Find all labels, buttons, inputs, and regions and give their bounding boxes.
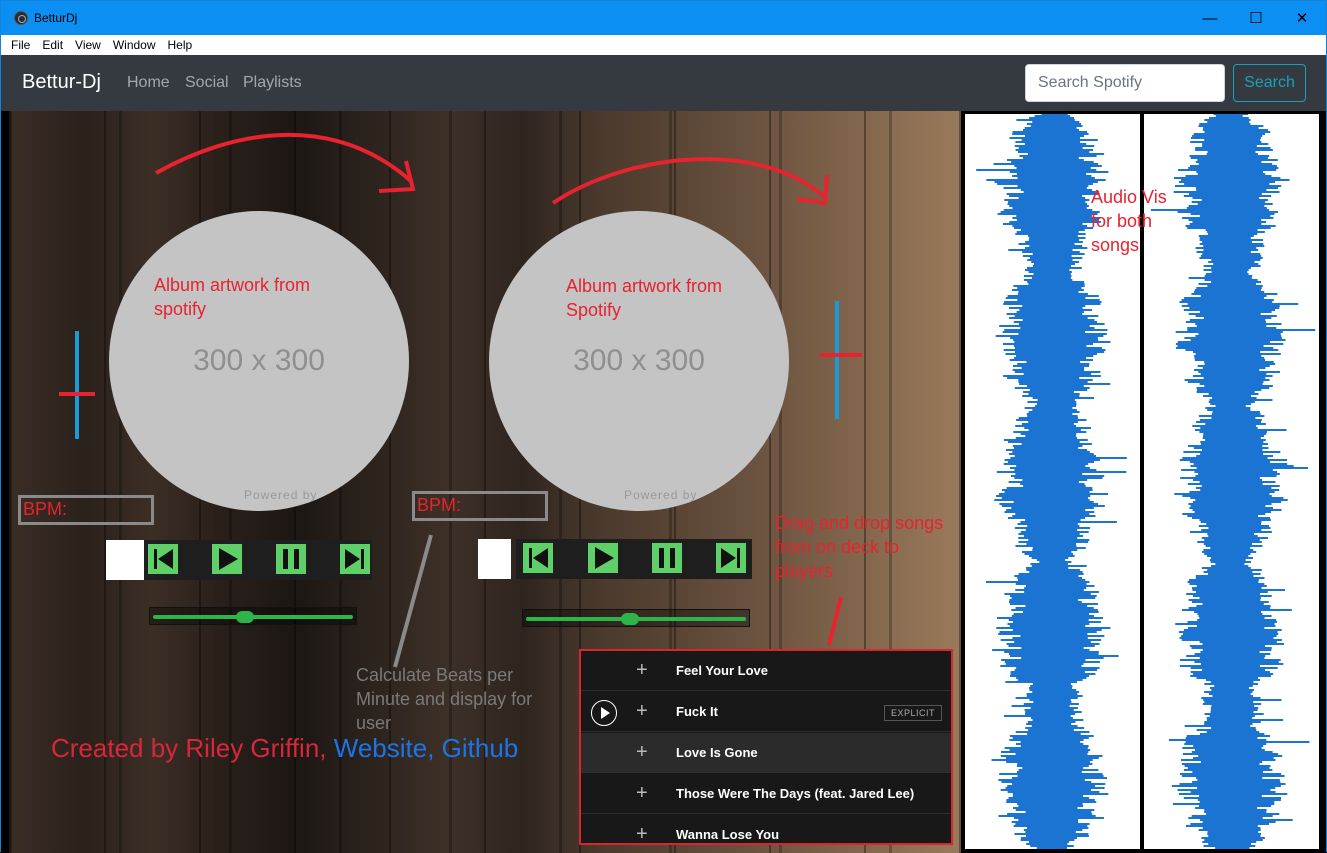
add-track-icon[interactable]: + bbox=[636, 659, 648, 682]
deck1-art-placeholder: 300 x 300 bbox=[193, 344, 325, 377]
deck2-art-placeholder: 300 x 300 bbox=[573, 344, 705, 377]
pause-icon bbox=[659, 548, 675, 568]
track-title: Those Were The Days (feat. Jared Lee) bbox=[676, 786, 915, 801]
track-title: Feel Your Love bbox=[676, 663, 768, 678]
audio-vis-annotation: Audio Vis for both songs bbox=[1091, 187, 1167, 255]
credit-prefix: Created by Riley Griffin, bbox=[51, 733, 334, 763]
deck1-prev-button[interactable] bbox=[146, 542, 180, 576]
add-track-icon[interactable]: + bbox=[636, 741, 648, 764]
website-link[interactable]: Website bbox=[334, 733, 427, 763]
menu-help[interactable]: Help bbox=[162, 38, 199, 52]
nav-social[interactable]: Social bbox=[185, 74, 229, 92]
add-track-icon[interactable]: + bbox=[636, 823, 648, 843]
skip-back-icon bbox=[529, 548, 548, 568]
track-row[interactable]: + Feel Your Love bbox=[581, 651, 951, 691]
skip-back-icon bbox=[154, 549, 173, 569]
deck2-powered-by: Powered by bbox=[624, 488, 698, 502]
close-button[interactable]: ✕ bbox=[1279, 1, 1325, 35]
credit-line: Created by Riley Griffin, Website, Githu… bbox=[51, 733, 518, 764]
brand-link[interactable]: Bettur-Dj bbox=[22, 71, 101, 94]
deck1-slider-thumb[interactable] bbox=[236, 611, 255, 623]
title-bar: BetturDj — ☐ ✕ bbox=[1, 1, 1326, 35]
deck2-play-button[interactable] bbox=[586, 541, 620, 575]
track-row[interactable]: + Wanna Lose You bbox=[581, 815, 951, 843]
deck1-next-button[interactable] bbox=[338, 542, 372, 576]
search-input[interactable] bbox=[1025, 64, 1225, 102]
skip-forward-icon bbox=[345, 549, 364, 569]
track-row[interactable]: + Those Were The Days (feat. Jared Lee) bbox=[581, 774, 951, 814]
pause-icon bbox=[283, 549, 299, 569]
minimize-button[interactable]: — bbox=[1187, 1, 1233, 35]
deck1-art-note: Album artwork from spotify bbox=[154, 275, 311, 319]
menu-edit[interactable]: Edit bbox=[36, 38, 69, 52]
track-title: Wanna Lose You bbox=[676, 827, 780, 842]
deck2-art-note: Album artwork from Spotify bbox=[566, 276, 723, 320]
app-icon bbox=[14, 11, 28, 25]
explicit-badge: EXPLICIT bbox=[884, 705, 943, 721]
track-title: Fuck It bbox=[676, 704, 718, 719]
menu-view[interactable]: View bbox=[69, 38, 107, 52]
window-title: BetturDj bbox=[34, 11, 78, 25]
deck2-bpm-label: BPM: bbox=[417, 495, 462, 515]
play-circle-icon[interactable] bbox=[591, 700, 617, 726]
deck2-volume-slider[interactable] bbox=[522, 609, 750, 627]
deck1-bpm-label: BPM: bbox=[23, 499, 68, 519]
deck2-pause-button[interactable] bbox=[650, 541, 684, 575]
deck1-powered-by: Powered by bbox=[244, 488, 318, 502]
deck2-next-button[interactable] bbox=[714, 541, 748, 575]
search-button[interactable]: Search bbox=[1233, 64, 1306, 102]
add-track-icon[interactable]: + bbox=[636, 782, 648, 805]
drag-drop-annotation: Drag and drop songs from on deck to play… bbox=[775, 513, 944, 581]
deck2-prev-button[interactable] bbox=[521, 541, 555, 575]
on-deck-tracklist: + Feel Your Love + Fuck It EXPLICIT + Lo… bbox=[579, 649, 953, 845]
add-track-icon[interactable]: + bbox=[636, 700, 648, 723]
deck1-pause-button[interactable] bbox=[274, 542, 308, 576]
deck1-load-slot[interactable] bbox=[106, 540, 144, 580]
play-icon bbox=[595, 547, 614, 569]
deck2-album-art: 300 x 300 Powered by bbox=[489, 211, 789, 511]
maximize-button[interactable]: ☐ bbox=[1233, 1, 1279, 35]
deck1-bpm-box: BPM: bbox=[18, 495, 154, 525]
play-icon bbox=[219, 548, 238, 570]
deck2-load-slot[interactable] bbox=[478, 539, 511, 579]
deck2-slider-thumb[interactable] bbox=[620, 613, 639, 625]
nav-playlists[interactable]: Playlists bbox=[243, 74, 302, 92]
track-row[interactable]: + Fuck It EXPLICIT bbox=[581, 692, 951, 732]
track-row[interactable]: + Love Is Gone bbox=[581, 733, 951, 773]
nav-home[interactable]: Home bbox=[127, 74, 170, 92]
menu-window[interactable]: Window bbox=[107, 38, 162, 52]
deck1-volume-slider[interactable] bbox=[149, 607, 357, 625]
bpm-annotation: Calculate Beats per Minute and display f… bbox=[356, 665, 533, 733]
app-window: BetturDj — ☐ ✕ File Edit View Window Hel… bbox=[0, 0, 1327, 853]
main-area: 300 x 300 Powered by Album artwork from … bbox=[1, 111, 1326, 853]
menu-file[interactable]: File bbox=[5, 38, 36, 52]
deck2-bpm-box: BPM: bbox=[412, 491, 548, 521]
deck1-play-button[interactable] bbox=[210, 542, 244, 576]
credit-separator: , bbox=[427, 733, 442, 763]
track-title: Love Is Gone bbox=[676, 745, 758, 760]
menu-bar: File Edit View Window Help bbox=[1, 35, 1326, 55]
github-link[interactable]: Github bbox=[442, 733, 519, 763]
navbar: Bettur-Dj Home Social Playlists Search bbox=[1, 55, 1326, 111]
skip-forward-icon bbox=[721, 548, 740, 568]
deck1-album-art: 300 x 300 Powered by bbox=[109, 211, 409, 511]
